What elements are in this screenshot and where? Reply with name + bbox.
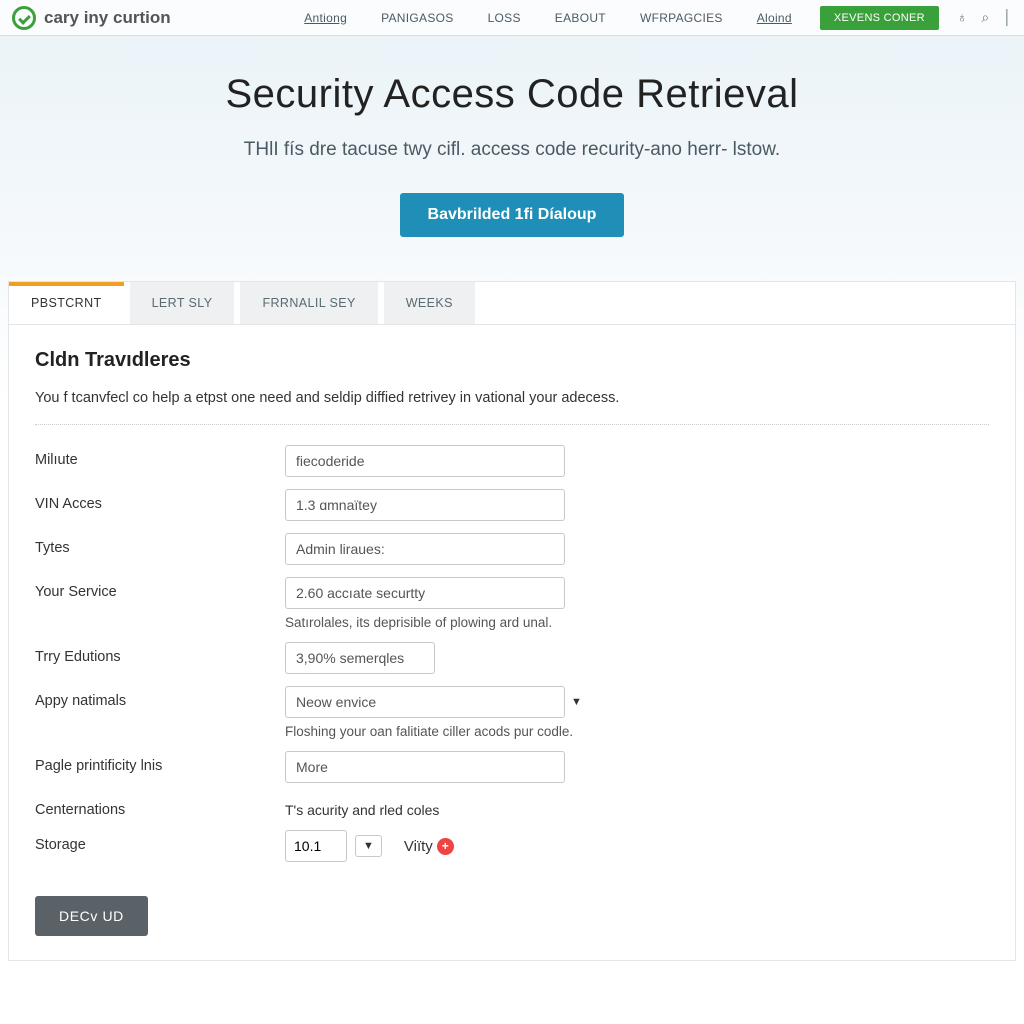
row-editions: Trry Edutions xyxy=(35,636,989,680)
input-vin[interactable] xyxy=(285,489,565,521)
row-page: Pagle printificity lnis xyxy=(35,745,989,789)
label-storage: Storage xyxy=(35,830,285,853)
submit-button[interactable]: DECv UD xyxy=(35,896,148,936)
value-centernations: T's acurity and rled coles xyxy=(285,795,989,818)
row-vin: VIN Acces xyxy=(35,483,989,527)
label-appy: Appy natimals xyxy=(35,686,285,709)
tab-1[interactable]: LERT SLY xyxy=(130,282,235,324)
page-subtitle: THlI fís dre tacuse twy cifl. access cod… xyxy=(40,139,984,161)
row-types: Tytes xyxy=(35,527,989,571)
row-service: Your Service Satırolales, its deprisible… xyxy=(35,571,989,636)
nav-item-2[interactable]: LOSS xyxy=(488,11,521,25)
check-circle-icon xyxy=(12,6,36,30)
top-nav: Antiong PANIGASOS LOSS EABOUT WFRPAGCIES… xyxy=(304,11,792,25)
row-centernations: Centernations T's acurity and rled coles xyxy=(35,789,989,824)
panel-description: You f tcanvfecl co help a etpst one need… xyxy=(35,390,989,425)
label-types: Tytes xyxy=(35,533,285,556)
row-minute: Milıute xyxy=(35,439,989,483)
globe-icon[interactable]: ♁ xyxy=(957,9,968,26)
top-icons: ♁ ⌕ │ xyxy=(957,9,1012,26)
input-types[interactable] xyxy=(285,533,565,565)
tabs: PBSTCRNT LERT SLY FRRNALIL SEY WEEKS xyxy=(9,282,1015,324)
nav-item-4[interactable]: WFRPAGCIES xyxy=(640,11,723,25)
select-appy[interactable] xyxy=(285,686,565,718)
form-panel: Cldn Travıdleres You f tcanvfecl co help… xyxy=(8,324,1016,961)
panel-heading: Cldn Travıdleres xyxy=(35,349,989,372)
tab-2[interactable]: FRRNALIL SEY xyxy=(240,282,377,324)
nav-item-0[interactable]: Antiong xyxy=(304,11,347,25)
nav-item-5[interactable]: Aloind xyxy=(757,11,792,25)
brand[interactable]: cary iny curtion xyxy=(12,6,171,30)
label-editions: Trry Edutions xyxy=(35,642,285,665)
row-storage: Storage ▼ Viïty + xyxy=(35,824,989,868)
label-page: Pagle printificity lnis xyxy=(35,751,285,774)
storage-tag[interactable]: Viïty + xyxy=(404,838,454,855)
storage-dropdown-toggle[interactable]: ▼ xyxy=(355,835,382,857)
hero-button[interactable]: Bavbrilded 1fi Díaloup xyxy=(400,193,625,237)
label-centernations: Centernations xyxy=(35,795,285,818)
hero: Security Access Code Retrieval THlI fís … xyxy=(0,36,1024,263)
input-minute[interactable] xyxy=(285,445,565,477)
label-service: Your Service xyxy=(35,577,285,600)
tab-0[interactable]: PBSTCRNT xyxy=(9,282,124,324)
input-service[interactable] xyxy=(285,577,565,609)
input-storage[interactable] xyxy=(285,830,347,862)
input-page[interactable] xyxy=(285,751,565,783)
top-bar: cary iny curtion Antiong PANIGASOS LOSS … xyxy=(0,0,1024,36)
nav-item-1[interactable]: PANIGASOS xyxy=(381,11,454,25)
tabs-container: PBSTCRNT LERT SLY FRRNALIL SEY WEEKS xyxy=(8,281,1016,324)
page-title: Security Access Code Retrieval xyxy=(40,72,984,117)
label-minute: Milıute xyxy=(35,445,285,468)
help-appy: Floshing your oan falitiate ciller acods… xyxy=(285,724,989,739)
form: Milıute VIN Acces Tytes Your Service Sat… xyxy=(35,439,989,936)
help-service: Satırolales, its deprisible of plowing a… xyxy=(285,615,989,630)
brand-name: cary iny curtion xyxy=(44,8,171,28)
input-editions[interactable] xyxy=(285,642,435,674)
tab-3[interactable]: WEEKS xyxy=(384,282,475,324)
row-appy: Appy natimals ▼ Floshing your oan faliti… xyxy=(35,680,989,745)
divider-icon: │ xyxy=(1003,9,1012,26)
search-icon[interactable]: ⌕ xyxy=(981,9,989,26)
plus-icon: + xyxy=(437,838,454,855)
storage-tag-label: Viïty xyxy=(404,838,433,855)
chevron-down-icon[interactable]: ▼ xyxy=(571,696,582,708)
cta-button[interactable]: XEVENS CONER xyxy=(820,6,939,30)
label-vin: VIN Acces xyxy=(35,489,285,512)
nav-item-3[interactable]: EABOUT xyxy=(555,11,606,25)
